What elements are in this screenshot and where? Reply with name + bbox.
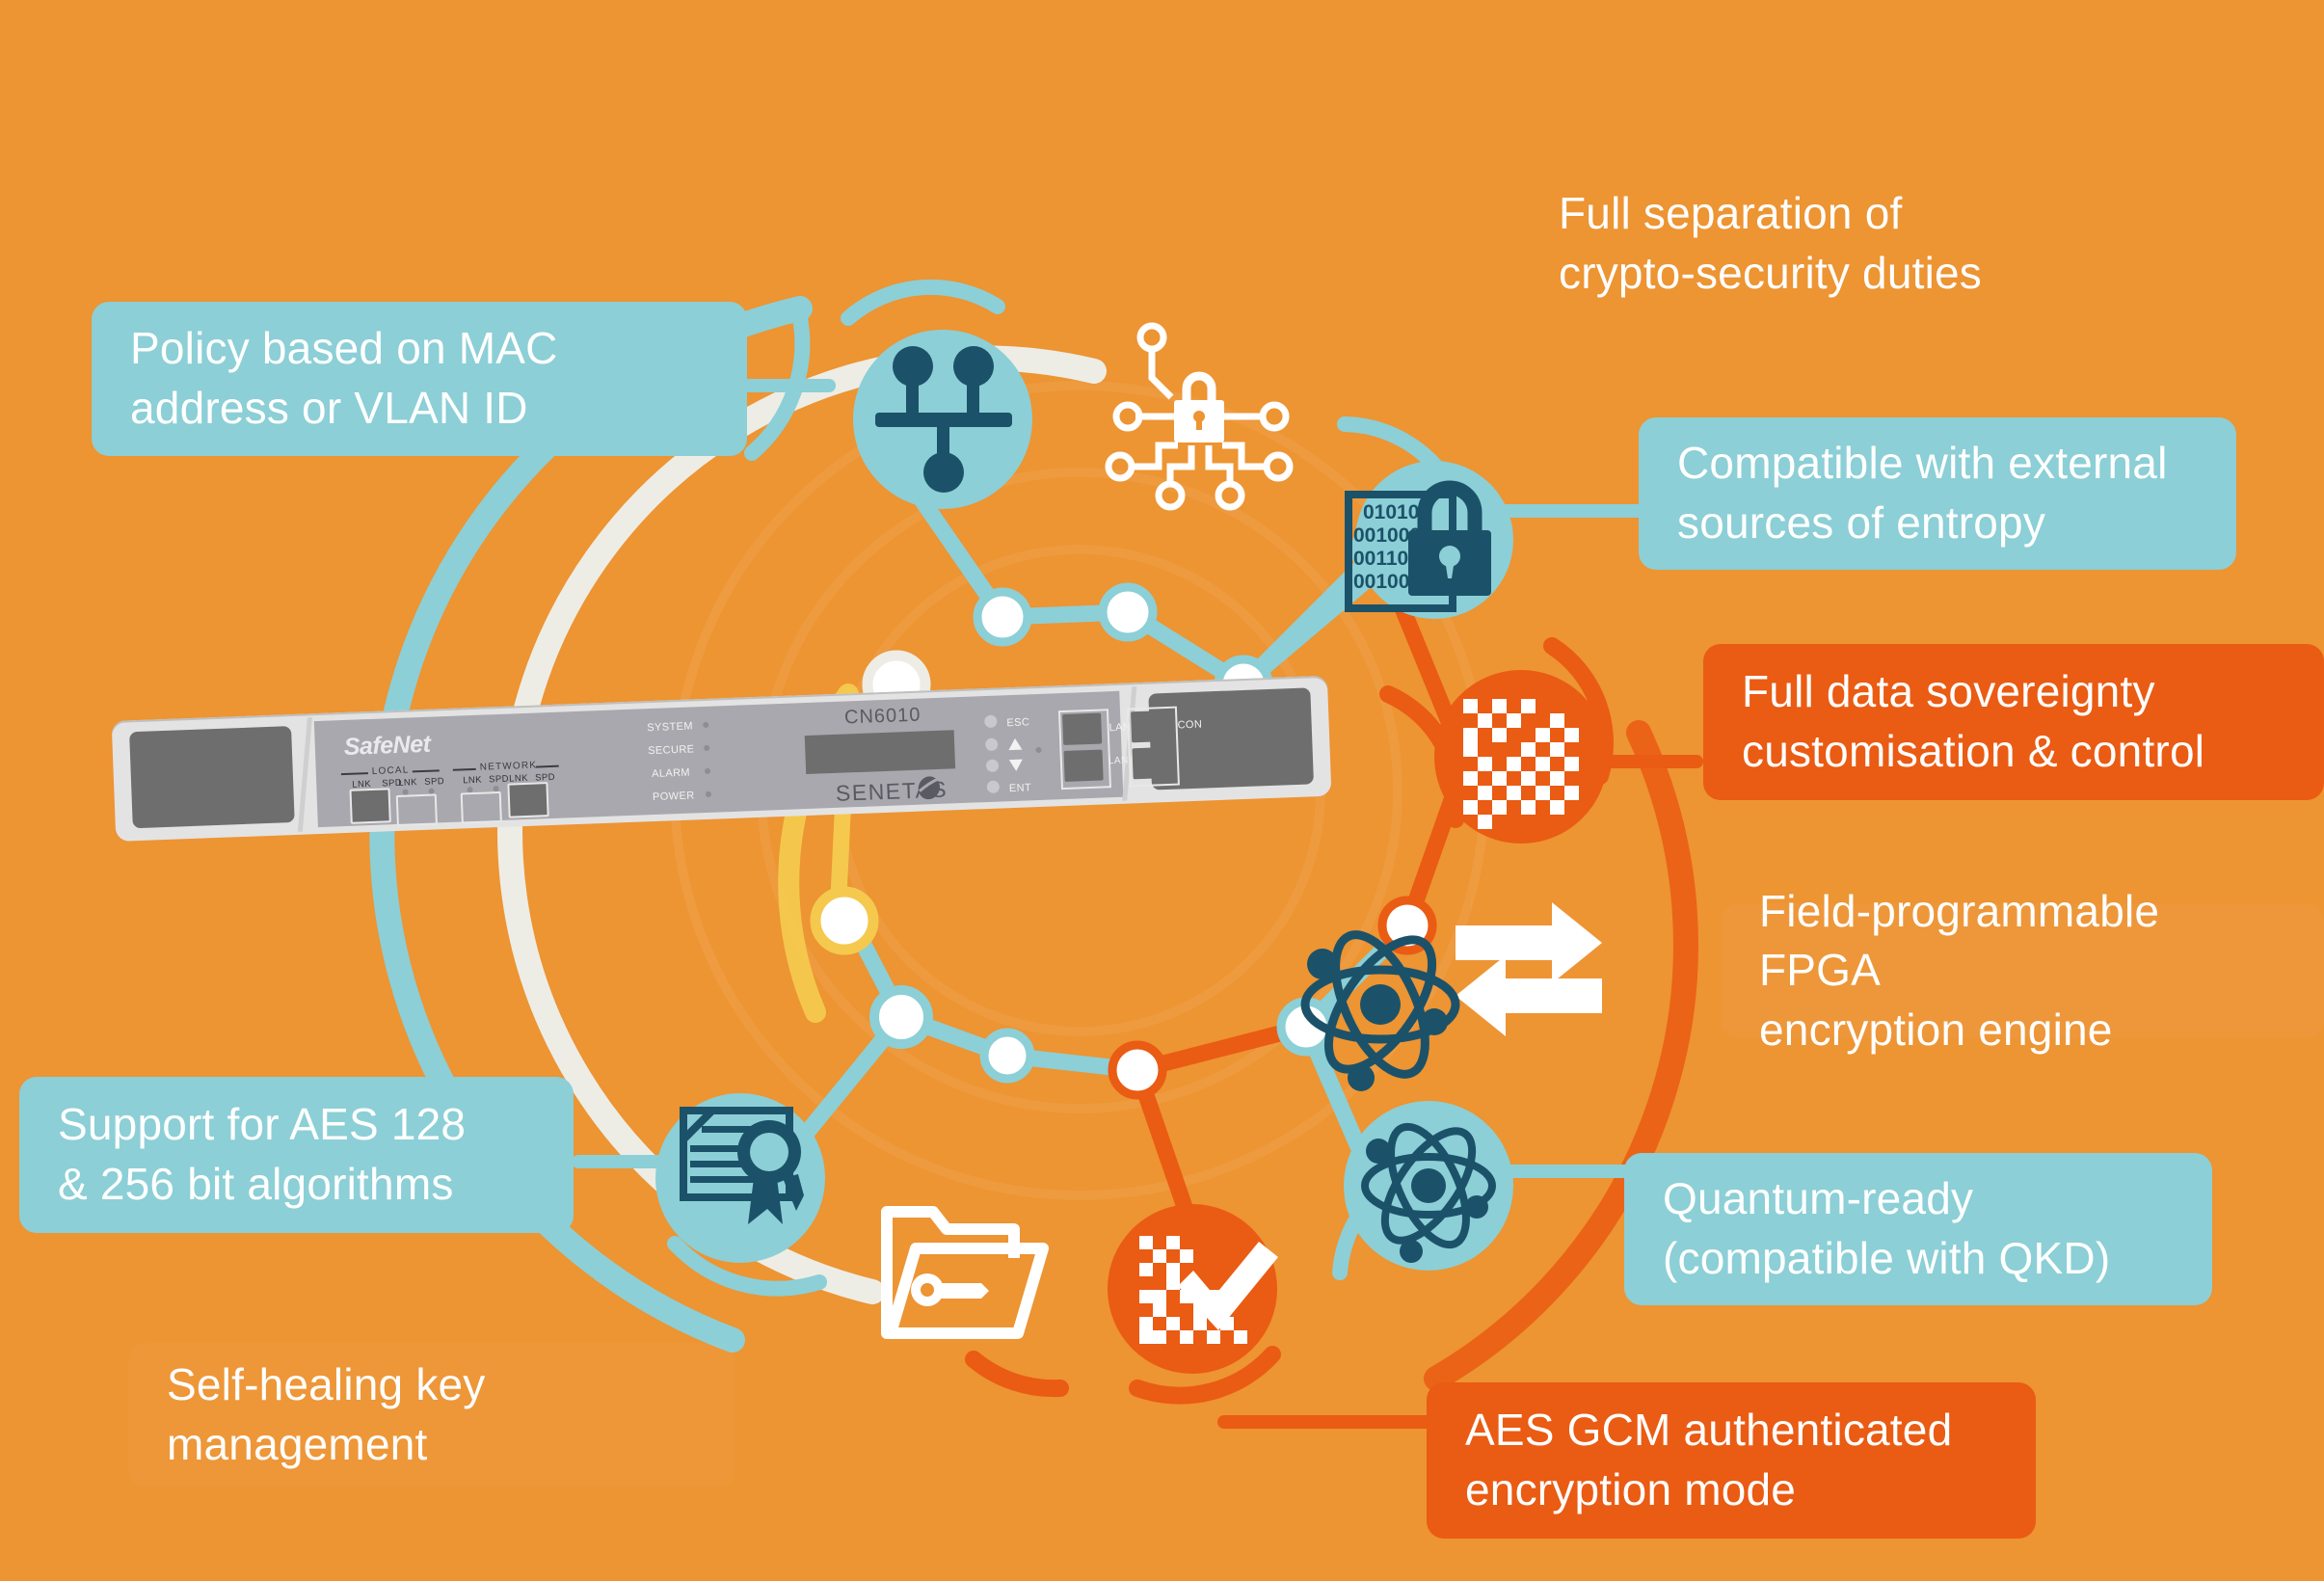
local-port-2 [395, 793, 438, 827]
callout-text: AES GCM authenticated encryption mode [1465, 1405, 1953, 1514]
data-matrix-icon [1434, 670, 1608, 844]
safenet-logo: SafeNet [343, 730, 431, 762]
keypad-label-esc: ESC [1006, 716, 1030, 730]
callout-text: Full separation of crypto-security dutie… [1559, 188, 1982, 298]
callout-text: Full data sovereignty customisation & co… [1742, 666, 2205, 776]
callout-aes-gcm[interactable]: AES GCM authenticated encryption mode [1427, 1382, 2036, 1539]
keypad-down-arrow-icon[interactable] [1008, 759, 1025, 773]
lan-port [1062, 712, 1103, 746]
callout-text: Quantum-ready (compatible with QKD) [1663, 1173, 2111, 1283]
status-label-power: POWER [652, 790, 695, 804]
callout-policy-mac-vlan[interactable]: Policy based on MAC address or VLAN ID [92, 302, 747, 456]
network-lnk-label-1: LNK [463, 774, 483, 787]
callout-text: Field-programmable FPGA encryption engin… [1759, 885, 2160, 1055]
binary-lock-icon: 010100 001000 001100 001000 [1345, 461, 1513, 619]
status-label-alarm: ALARM [651, 766, 691, 781]
keypad-label-ent: ENT [1008, 782, 1032, 795]
infographic-canvas: 010100 001000 001100 001000 SafeNet LOCA… [0, 0, 2324, 1581]
callout-external-entropy[interactable]: Compatible with external sources of entr… [1639, 417, 2236, 570]
status-label-system: SYSTEM [647, 720, 694, 735]
network-group-label: NETWORK [479, 760, 538, 773]
con-port-secondary [1132, 746, 1172, 780]
callout-text: Support for AES 128 & 256 bit algorithms [58, 1099, 467, 1209]
senetas-logo-mark [918, 776, 941, 800]
folder-key-icon [881, 1206, 1049, 1339]
network-port-2 [507, 782, 549, 818]
device-lcd-screen [804, 730, 956, 775]
callout-full-separation[interactable]: Full separation of crypto-security dutie… [1520, 176, 2137, 311]
callout-quantum-ready[interactable]: Quantum-ready (compatible with QKD) [1624, 1153, 2212, 1305]
con-port-label: CON [1177, 718, 1203, 732]
data-matrix-check-icon [1108, 1204, 1278, 1374]
network-hub-icon [853, 330, 1032, 509]
local-port-1 [349, 788, 391, 824]
network-spd-label-1: SPD [489, 773, 510, 786]
atom-icon [1344, 1101, 1513, 1271]
callout-self-healing-keys[interactable]: Self-healing key management [128, 1343, 735, 1487]
local-group-label: LOCAL [371, 764, 410, 777]
con-port [1131, 710, 1171, 743]
callout-text: Policy based on MAC address or VLAN ID [130, 323, 558, 433]
callout-text: Self-healing key management [167, 1359, 486, 1469]
network-port-1 [460, 790, 502, 824]
callout-text: Compatible with external sources of entr… [1677, 438, 2168, 548]
callout-fpga-engine[interactable]: Field-programmable FPGA encryption engin… [1721, 886, 2324, 1055]
lan-aux-port [1063, 749, 1104, 782]
local-lnk-label-2: LNK [398, 777, 418, 789]
device-model-label: CN6010 [843, 704, 922, 729]
callout-aes-algorithms[interactable]: Support for AES 128 & 256 bit algorithms [19, 1077, 574, 1233]
status-label-secure: SECURE [647, 743, 695, 758]
callout-data-sovereignty[interactable]: Full data sovereignty customisation & co… [1703, 644, 2324, 800]
device-rack-ear-left [129, 726, 295, 829]
local-spd-label-2: SPD [424, 776, 445, 788]
certificate-seal-icon [655, 1093, 825, 1263]
transfer-arrows-icon [1456, 902, 1602, 1036]
keypad-up-arrow-icon[interactable] [1007, 737, 1024, 752]
folder-key-glyph [911, 1273, 989, 1306]
